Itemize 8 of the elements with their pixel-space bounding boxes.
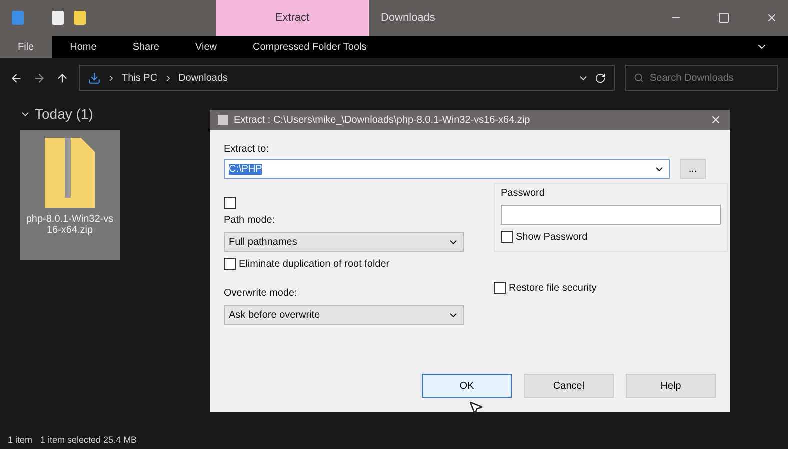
group-label: Password	[501, 188, 546, 199]
window-title: Downloads	[381, 12, 436, 24]
field-label: Extract to:	[224, 144, 270, 155]
field-label: Path mode:	[224, 215, 276, 226]
status-text: 1 item selected 25.4 MB	[40, 434, 138, 444]
status-text: 1 item	[8, 434, 33, 444]
field-label: Overwrite mode:	[224, 288, 298, 299]
dialog-title: Extract : C:\Users\mike_\Downloads\php-8.0.1-Win32-vs16-x64.zip	[234, 114, 530, 126]
